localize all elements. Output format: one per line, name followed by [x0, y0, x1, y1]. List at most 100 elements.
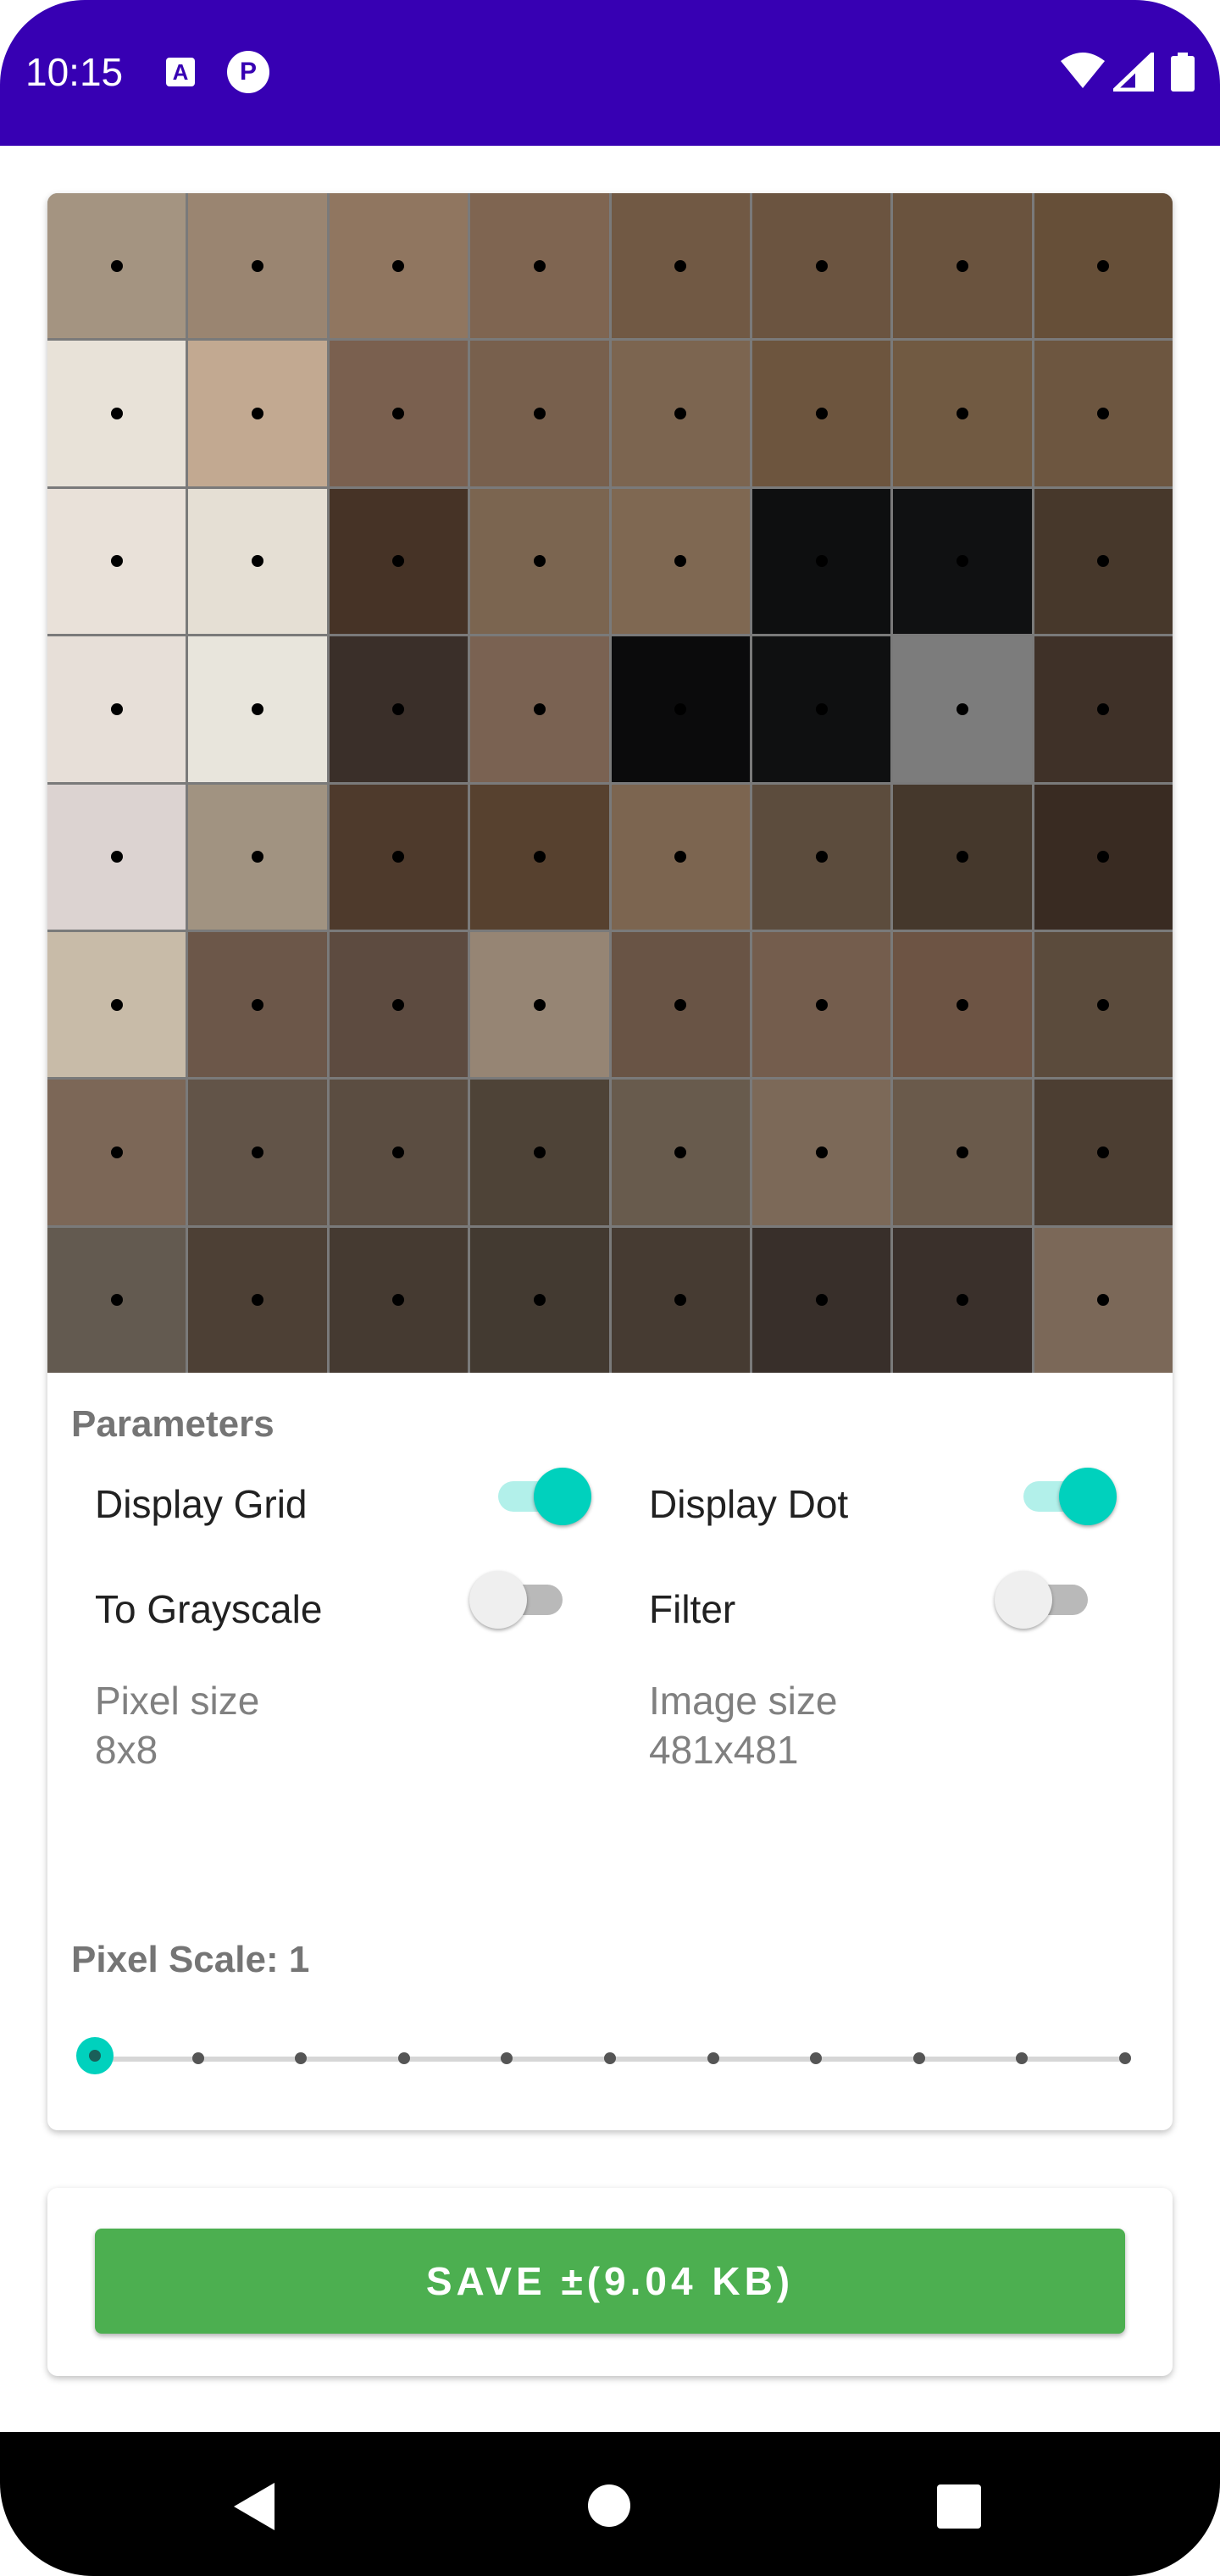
- pixel-cell[interactable]: [1034, 488, 1173, 635]
- pixel-cell[interactable]: [1034, 931, 1173, 1078]
- pixel-cell[interactable]: [611, 1080, 750, 1225]
- switch-thumb: [469, 1571, 527, 1629]
- recents-icon[interactable]: [937, 2484, 981, 2529]
- pixel-cell[interactable]: [329, 341, 469, 486]
- pixel-cell[interactable]: [47, 1080, 186, 1225]
- pixel-cell[interactable]: [893, 341, 1032, 486]
- pixel-cell[interactable]: [893, 193, 1032, 339]
- display-grid-switch[interactable]: [490, 1463, 591, 1530]
- pixel-cell[interactable]: [611, 1227, 750, 1373]
- pixel-cell[interactable]: [611, 488, 750, 635]
- filter-switch[interactable]: [995, 1566, 1096, 1634]
- pixel-cell[interactable]: [893, 784, 1032, 930]
- pixel-cell[interactable]: [611, 341, 750, 486]
- pixel-cell[interactable]: [1034, 193, 1173, 339]
- pixel-cell[interactable]: [470, 341, 609, 486]
- pixel-dot: [392, 851, 405, 863]
- pixel-dot: [956, 702, 968, 715]
- pixel-cell[interactable]: [329, 488, 469, 635]
- pixel-cell[interactable]: [893, 1227, 1032, 1373]
- pixel-cell[interactable]: [470, 488, 609, 635]
- pixel-dot: [110, 1294, 123, 1307]
- status-bar: 10:15 A P: [0, 0, 1220, 146]
- pixel-cell[interactable]: [751, 488, 891, 635]
- pixel-cell[interactable]: [751, 784, 891, 930]
- pixel-dot: [815, 555, 828, 568]
- pixel-cell[interactable]: [611, 636, 750, 782]
- pixel-dot: [674, 702, 687, 715]
- pixel-cell[interactable]: [470, 1227, 609, 1373]
- pixel-cell[interactable]: [188, 636, 327, 782]
- pixel-dot: [392, 408, 405, 420]
- pixel-size-value: 8x8: [95, 1728, 158, 1772]
- pixel-cell[interactable]: [470, 193, 609, 339]
- pixel-cell[interactable]: [329, 193, 469, 339]
- pixel-cell[interactable]: [470, 636, 609, 782]
- pixel-cell[interactable]: [47, 341, 186, 486]
- display-dot-switch[interactable]: [1015, 1463, 1117, 1530]
- pixel-cell[interactable]: [893, 488, 1032, 635]
- slider-tick: [191, 2052, 204, 2064]
- pixel-cell[interactable]: [751, 931, 891, 1078]
- pixel-dot: [392, 1294, 405, 1307]
- pixel-cell[interactable]: [751, 193, 891, 339]
- slider-thumb[interactable]: [76, 2037, 114, 2074]
- filter-label: Filter: [649, 1587, 736, 1631]
- pixel-cell[interactable]: [47, 784, 186, 930]
- pixel-cell[interactable]: [188, 193, 327, 339]
- pixel-dot: [674, 555, 687, 568]
- pixel-dot: [956, 1146, 968, 1158]
- pixel-cell[interactable]: [470, 931, 609, 1078]
- pixel-cell[interactable]: [47, 931, 186, 1078]
- pixel-cell[interactable]: [1034, 1227, 1173, 1373]
- pixel-cell[interactable]: [329, 931, 469, 1078]
- switch-thumb: [995, 1571, 1052, 1629]
- pixel-cell[interactable]: [1034, 636, 1173, 782]
- pixel-dot: [815, 998, 828, 1011]
- pixel-cell[interactable]: [1034, 341, 1173, 486]
- pixel-cell[interactable]: [329, 1227, 469, 1373]
- pixel-cell[interactable]: [611, 931, 750, 1078]
- pixel-dot: [674, 851, 687, 863]
- pixel-cell[interactable]: [329, 1080, 469, 1225]
- pixel-cell[interactable]: [188, 1227, 327, 1373]
- pixel-scale-label: Pixel Scale: 1: [71, 1939, 310, 1980]
- pixel-cell[interactable]: [751, 1227, 891, 1373]
- image-size-label: Image size: [649, 1679, 838, 1723]
- pixel-cell[interactable]: [188, 931, 327, 1078]
- pixel-cell[interactable]: [751, 1080, 891, 1225]
- pixel-cell[interactable]: [188, 1080, 327, 1225]
- pixel-cell[interactable]: [470, 784, 609, 930]
- pixel-grid[interactable]: [47, 193, 1173, 1373]
- pixel-cell[interactable]: [751, 341, 891, 486]
- pixel-cell[interactable]: [893, 636, 1032, 782]
- pixel-dot: [110, 259, 123, 272]
- pixel-cell[interactable]: [47, 1227, 186, 1373]
- back-icon[interactable]: [230, 2481, 278, 2532]
- pixel-cell[interactable]: [47, 488, 186, 635]
- pixel-cell[interactable]: [47, 193, 186, 339]
- pixel-cell[interactable]: [611, 193, 750, 339]
- to-grayscale-switch[interactable]: [469, 1566, 571, 1634]
- pixel-dot: [674, 998, 687, 1011]
- home-icon[interactable]: [588, 2484, 630, 2527]
- pixel-cell[interactable]: [470, 1080, 609, 1225]
- pixel-cell[interactable]: [751, 636, 891, 782]
- pixel-cell[interactable]: [188, 341, 327, 486]
- pixel-cell[interactable]: [1034, 784, 1173, 930]
- pixel-cell[interactable]: [188, 488, 327, 635]
- pixel-cell[interactable]: [188, 784, 327, 930]
- pixel-dot: [956, 1294, 968, 1307]
- pixel-cell[interactable]: [329, 636, 469, 782]
- to-grayscale-label: To Grayscale: [95, 1587, 323, 1631]
- pixel-dot: [252, 702, 264, 715]
- pixel-cell[interactable]: [329, 784, 469, 930]
- pixel-cell[interactable]: [611, 784, 750, 930]
- pixel-cell[interactable]: [893, 1080, 1032, 1225]
- slider-tick: [1016, 2052, 1029, 2064]
- pixel-cell[interactable]: [1034, 1080, 1173, 1225]
- slider-tick: [707, 2052, 719, 2064]
- pixel-cell[interactable]: [47, 636, 186, 782]
- pixel-cell[interactable]: [893, 931, 1032, 1078]
- save-button[interactable]: SAVE ±(9.04 KB): [95, 2229, 1125, 2334]
